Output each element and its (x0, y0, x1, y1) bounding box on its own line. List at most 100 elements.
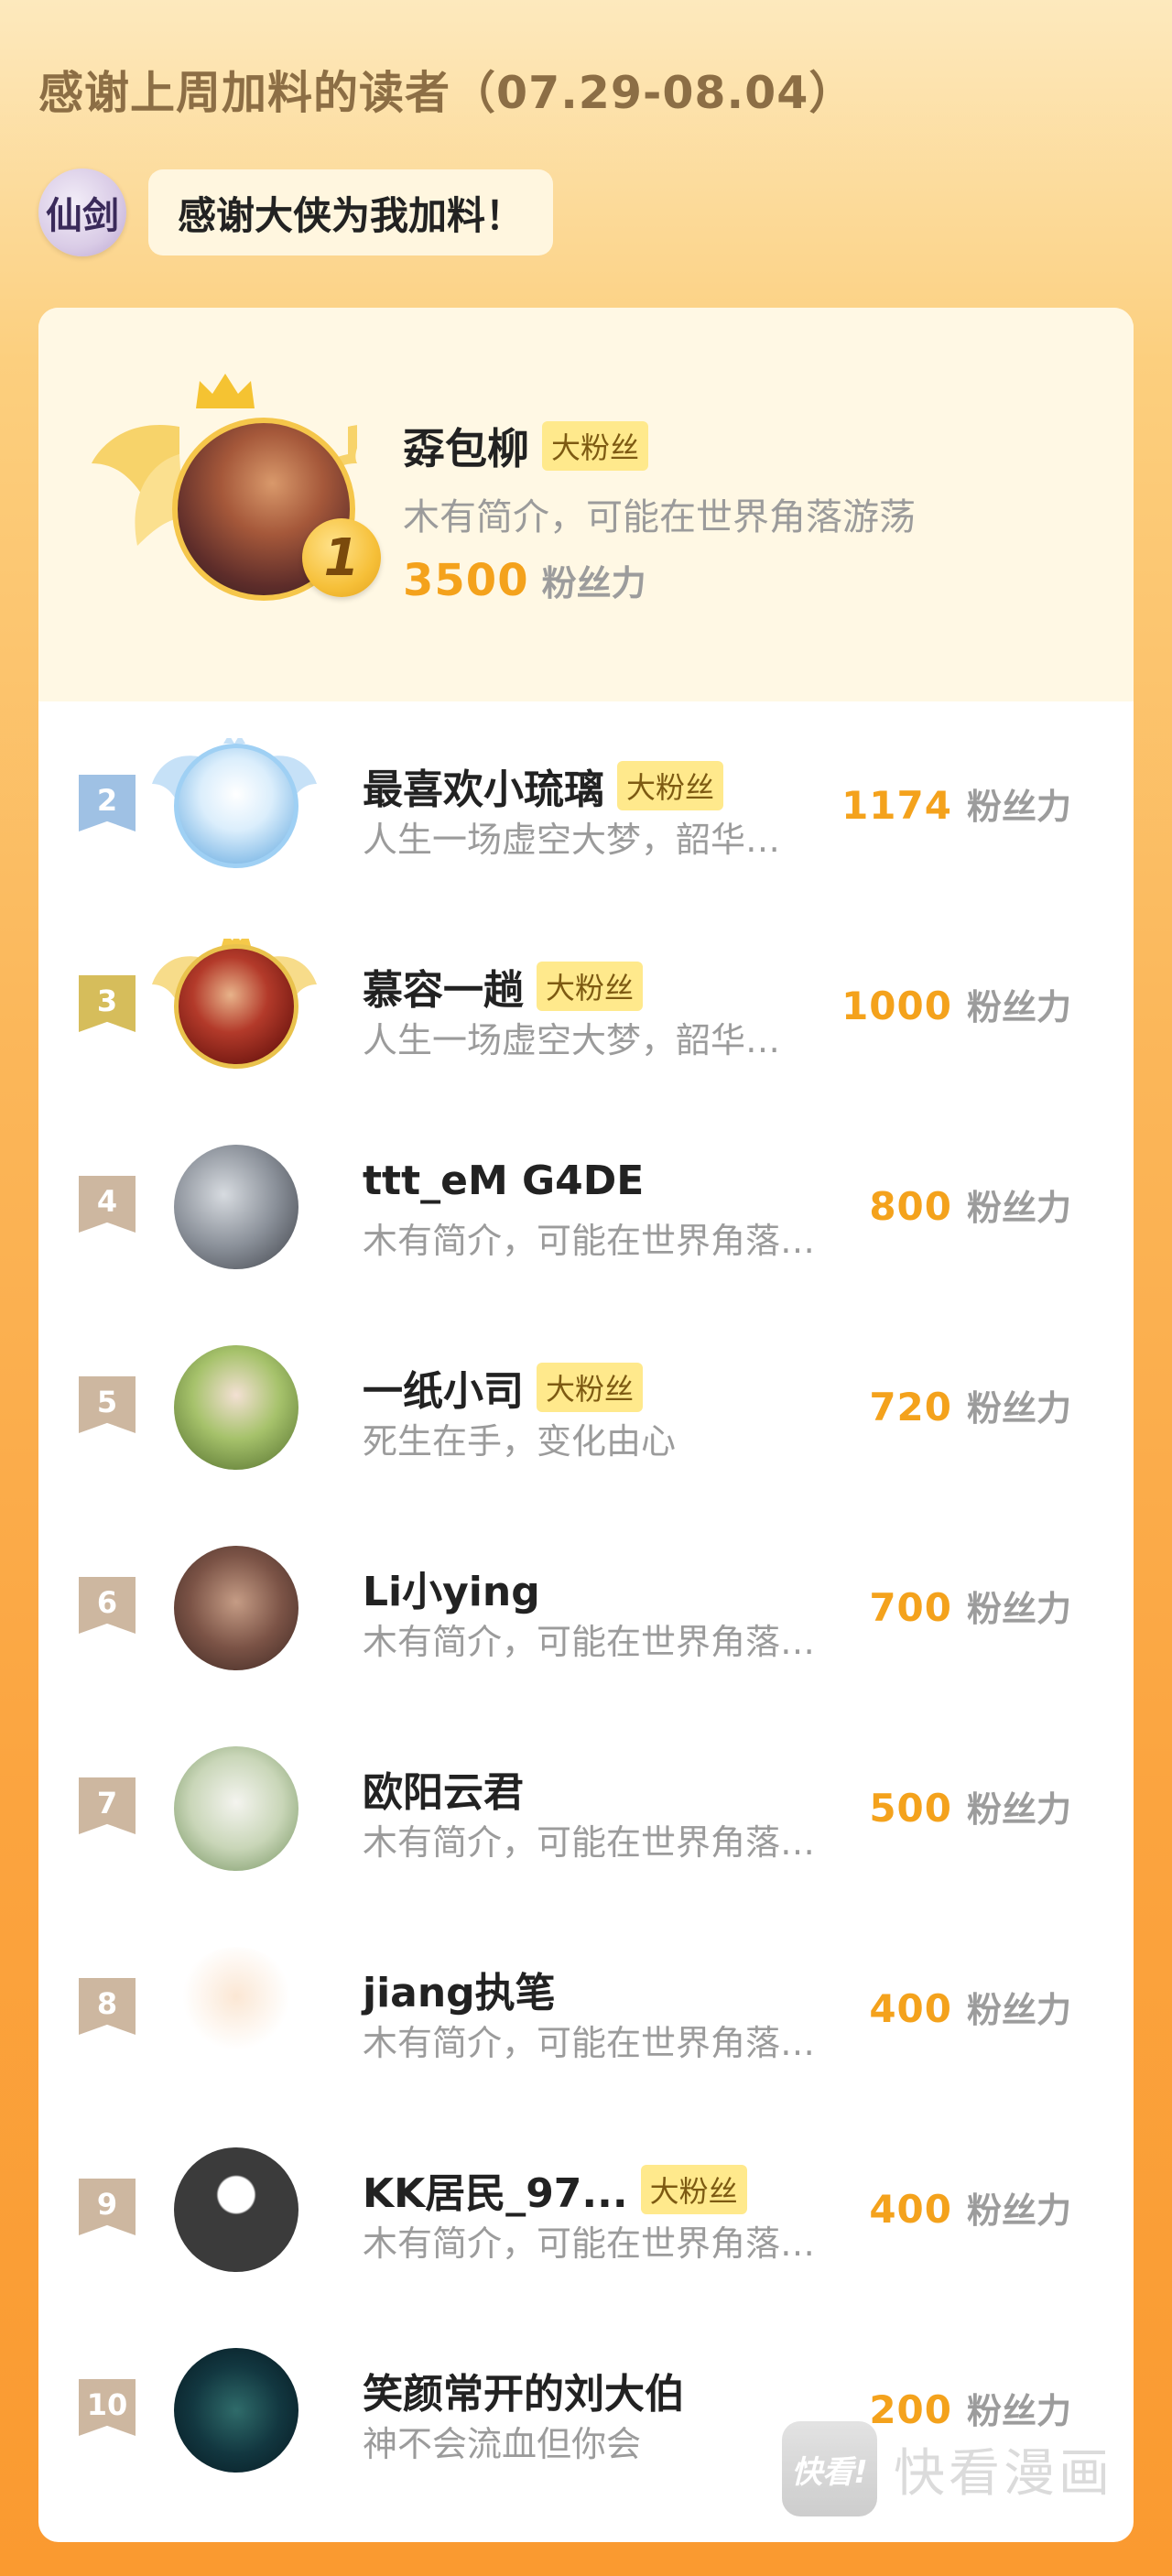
top-fan-name[interactable]: 孬包柳 大粉丝 (403, 416, 649, 476)
fan-name-text: 欧阳云君 (363, 1769, 524, 1816)
avatar[interactable] (174, 1546, 298, 1670)
fan-name[interactable]: Li小ying (363, 1559, 540, 1617)
rank-number: 9 (96, 2187, 118, 2222)
fan-score: 500 粉丝力 (869, 1781, 1071, 1831)
big-fan-badge: 大粉丝 (537, 1363, 644, 1412)
avatar[interactable] (174, 1746, 298, 1871)
fan-name-text: ttt_eM G4DE (363, 1158, 645, 1204)
list-item[interactable]: 8 jiang执笔 木有简介，可能在世界角落… 400 粉丝力 (38, 1905, 1134, 2105)
kuaikan-logo-icon: 快看! (782, 2421, 877, 2516)
rank-flag: 2 (79, 775, 136, 831)
fans-power-value: 500 (869, 1786, 952, 1831)
author-avatar[interactable]: 仙剑 (38, 168, 126, 256)
fans-power-value: 400 (869, 2187, 952, 2232)
fan-name[interactable]: 一纸小司 大粉丝 (363, 1358, 644, 1417)
fan-name-text: jiang执笔 (363, 1970, 556, 2016)
avatar[interactable] (174, 2147, 298, 2272)
fan-score: 720 粉丝力 (869, 1380, 1071, 1430)
fan-name[interactable]: jiang执笔 (363, 1960, 556, 2018)
thanks-message: 感谢大侠为我加料！ (148, 169, 554, 255)
fan-bio: 人生一场虚空大梦，韶华… (363, 820, 781, 860)
avatar[interactable] (174, 1145, 298, 1269)
avatar-frame (152, 2342, 317, 2473)
list-item[interactable]: 5 一纸小司 大粉丝 死生在手，变化由心 720 粉丝力 (38, 1303, 1134, 1504)
fans-power-value: 720 (869, 1385, 952, 1429)
fans-power-label: 粉丝力 (966, 1188, 1071, 1228)
list-item[interactable]: 7 欧阳云君 木有简介，可能在世界角落… 500 粉丝力 (38, 1704, 1134, 1905)
rank-number: 4 (96, 1184, 118, 1219)
top-fan-avatar-frame: 1 (92, 374, 381, 628)
rank-flag: 3 (79, 975, 136, 1032)
rank-number: 5 (96, 1385, 118, 1419)
avatar[interactable] (174, 2348, 298, 2473)
fan-name[interactable]: 笑颜常开的刘大伯 (363, 2361, 685, 2419)
fans-power-value: 3500 (403, 555, 529, 606)
fans-list: 2 最喜欢小琉璃 大粉丝 人生一场虚空大梦，韶华… 1174 粉丝力 3 慕容一趟 大粉丝 人生一… (38, 701, 1134, 2506)
rank-number: 3 (96, 984, 118, 1018)
big-fan-badge: 大粉丝 (640, 2165, 747, 2214)
fan-bio: 木有简介，可能在世界角落… (363, 2223, 816, 2264)
crown-icon (196, 374, 255, 408)
rank-number: 10 (86, 2387, 128, 2422)
rank-number: 8 (96, 1986, 118, 2021)
fan-score: 400 粉丝力 (869, 2182, 1071, 2233)
fan-name-text: 一纸小司 (363, 1368, 524, 1415)
fan-name[interactable]: KK居民_97... 大粉丝 (363, 2160, 747, 2219)
fans-power-value: 1000 (841, 984, 952, 1028)
avatar[interactable] (174, 1947, 298, 2071)
fans-power-label: 粉丝力 (541, 563, 646, 603)
fan-name[interactable]: 欧阳云君 (363, 1759, 524, 1818)
page-title: 感谢上周加料的读者（07.29-08.04） (38, 67, 855, 119)
avatar[interactable] (174, 1345, 298, 1470)
fan-bio: 木有简介，可能在世界角落… (363, 1622, 816, 1662)
big-fan-badge: 大粉丝 (542, 421, 649, 471)
avatar[interactable] (174, 744, 298, 868)
rank-number: 6 (96, 1585, 118, 1620)
rank-number: 7 (96, 1786, 118, 1821)
avatar[interactable] (174, 944, 298, 1069)
fans-power-label: 粉丝力 (966, 987, 1071, 1027)
fan-score: 1000 粉丝力 (841, 979, 1071, 1029)
list-item[interactable]: 6 Li小ying 木有简介，可能在世界角落… 700 粉丝力 (38, 1504, 1134, 1704)
fan-bio: 死生在手，变化由心 (363, 1421, 677, 1462)
rank-flag: 8 (79, 1978, 136, 2035)
top-fan-score: 3500 粉丝力 (403, 555, 646, 606)
avatar-frame (152, 1340, 317, 1470)
big-fan-badge: 大粉丝 (617, 761, 724, 810)
list-item[interactable]: 4 ttt_eM G4DE 木有简介，可能在世界角落… 800 粉丝力 (38, 1103, 1134, 1303)
avatar-frame (152, 1941, 317, 2071)
fan-name-text: 慕容一趟 (363, 967, 524, 1014)
fans-power-label: 粉丝力 (966, 2190, 1071, 2231)
top-fan-bio: 木有简介，可能在世界角落游荡 (403, 496, 916, 538)
avatar-frame (152, 1139, 317, 1269)
list-item[interactable]: 2 最喜欢小琉璃 大粉丝人生一场虚空大梦，韶华… 1174 粉丝力 (38, 701, 1134, 902)
list-item[interactable]: 3 慕容一趟 大粉丝 人生一场虚空大梦，韶华… 1000 粉丝力 (38, 902, 1134, 1103)
fan-score: 700 粉丝力 (869, 1581, 1071, 1631)
fan-bio: 木有简介，可能在世界角落… (363, 1221, 816, 1261)
top-fan-name-text: 孬包柳 (403, 424, 529, 473)
rank-flag: 6 (79, 1577, 136, 1634)
fans-power-label: 粉丝力 (966, 1990, 1071, 2030)
fan-bio: 神不会流血但你会 (363, 2424, 642, 2464)
fans-ranking-card: 1 孬包柳 大粉丝 木有简介，可能在世界角落游荡 3500 粉丝力 2 最喜欢小琉… (38, 308, 1134, 2542)
watermark: 快看! 快看漫画 (782, 2421, 1113, 2516)
fan-name-text: 最喜欢小琉璃 (363, 766, 604, 813)
avatar-frame (152, 1741, 317, 1871)
fan-name[interactable]: 最喜欢小琉璃 大粉丝 (363, 756, 724, 815)
big-fan-badge: 大粉丝 (537, 962, 644, 1011)
fan-name-text: KK居民_97... (363, 2170, 628, 2217)
fan-score: 400 粉丝力 (869, 1982, 1071, 2032)
list-item[interactable]: 9 KK居民_97... 大粉丝木有简介，可能在世界角落… 400 粉丝力 (38, 2105, 1134, 2306)
fan-bio: 人生一场虚空大梦，韶华… (363, 1020, 781, 1060)
avatar-frame (152, 939, 317, 1069)
rank-flag: 9 (79, 2179, 136, 2235)
rank-flag: 10 (79, 2379, 136, 2436)
fan-name[interactable]: ttt_eM G4DE (363, 1158, 644, 1204)
fan-score: 1174 粉丝力 (841, 778, 1071, 829)
top-fan-section[interactable]: 1 孬包柳 大粉丝 木有简介，可能在世界角落游荡 3500 粉丝力 (38, 308, 1134, 701)
avatar-frame (152, 1540, 317, 1670)
rank-1-medal: 1 (302, 518, 381, 597)
fans-power-label: 粉丝力 (966, 1589, 1071, 1629)
fan-name[interactable]: 慕容一趟 大粉丝 (363, 957, 644, 1016)
avatar-frame (152, 738, 317, 868)
